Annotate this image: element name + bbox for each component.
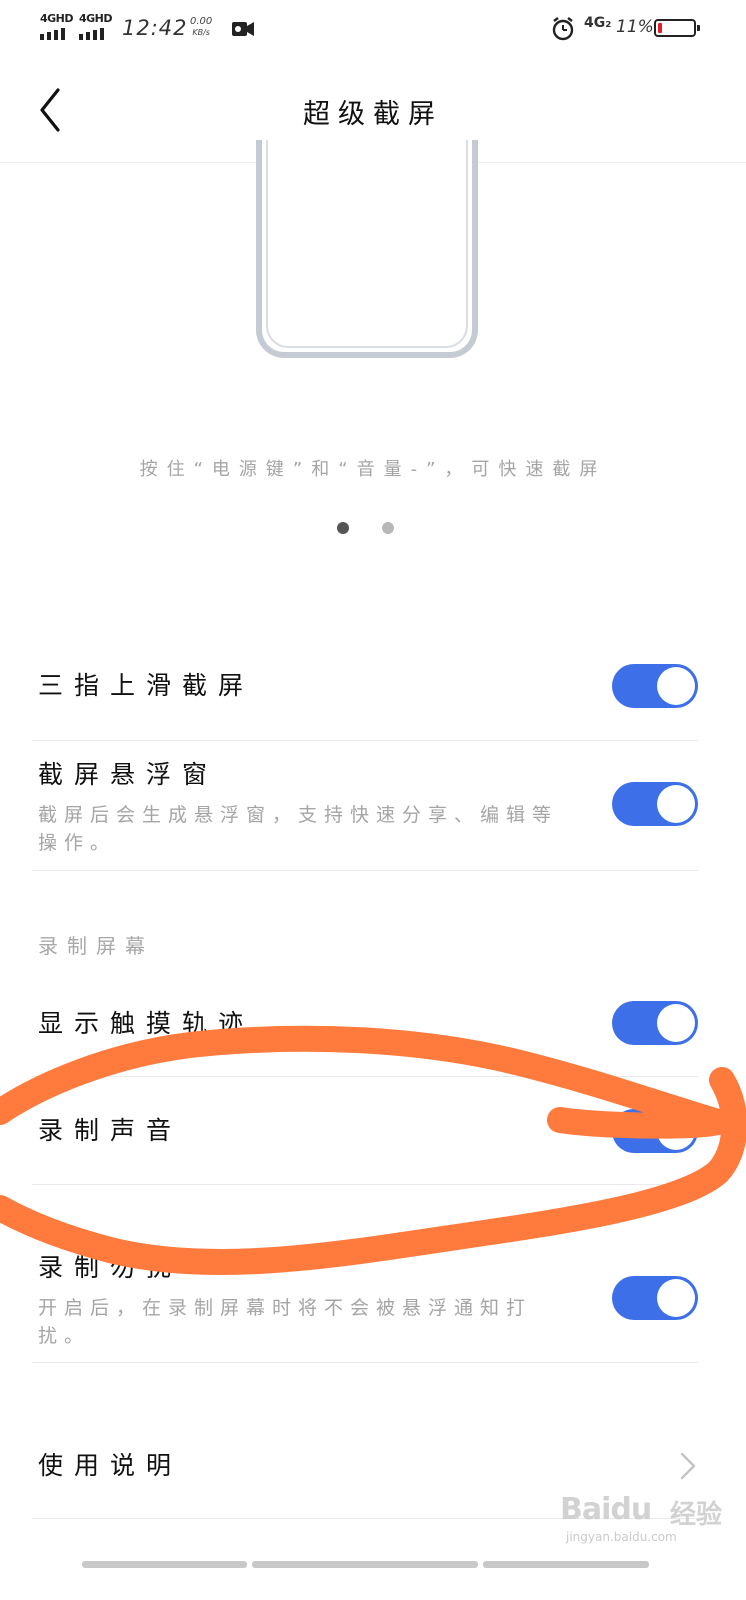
battery-icon <box>654 19 700 37</box>
chevron-right-icon[interactable] <box>678 1450 698 1482</box>
watermark-brand-cn: 经验 <box>670 1500 723 1530</box>
record-audio-toggle[interactable] <box>612 1109 698 1153</box>
section-label-record-screen: 录制屏幕 <box>38 934 154 958</box>
status-bar: 4GHD 4GHD 12:42 0.00 KB/s 4G₂ 11% <box>0 0 746 58</box>
three-finger-screenshot-toggle[interactable] <box>612 664 698 708</box>
sim2-label: 4GHD <box>79 12 113 25</box>
clock: 12:42 <box>122 16 188 40</box>
record-dnd-toggle[interactable] <box>612 1276 698 1320</box>
setting-description: 截屏后会生成悬浮窗，支持快速分享、编辑等操作。 <box>38 804 559 854</box>
setting-title: 三指上滑截屏 <box>38 671 255 700</box>
network2-label: 4G₂ <box>584 15 612 31</box>
show-touch-trail-toggle[interactable] <box>612 1001 698 1045</box>
bottom-indicator <box>483 1561 649 1568</box>
screenshot-float-window-toggle[interactable] <box>612 782 698 826</box>
instructions-title: 使用说明 <box>38 1451 183 1480</box>
net-speed-value: 0.00 <box>190 16 213 27</box>
phone-illustration <box>256 140 478 358</box>
setting-record-audio[interactable]: 录制声音 <box>38 1111 708 1147</box>
instructions-item[interactable]: 使用说明 <box>38 1446 708 1482</box>
video-camera-icon <box>232 22 254 36</box>
baidu-watermark: Baidu 经验 jingyan.baidu.com <box>560 1488 746 1548</box>
setting-screenshot-float-window[interactable]: 截屏悬浮窗 截屏后会生成悬浮窗，支持快速分享、编辑等操作。 <box>38 755 708 857</box>
setting-title: 截屏悬浮窗 <box>38 760 219 789</box>
setting-title: 录制声音 <box>38 1116 183 1145</box>
setting-title: 显示触摸轨迹 <box>38 1009 255 1038</box>
setting-description: 开启后，在录制屏幕时将不会被悬浮通知打扰。 <box>38 1297 533 1347</box>
watermark-brand: Baidu <box>560 1492 652 1527</box>
watermark-site: jingyan.baidu.com <box>566 1530 677 1544</box>
divider <box>32 1076 698 1077</box>
net-speed-unit: KB/s <box>192 28 210 37</box>
signal-icon: 4GHD <box>79 12 113 42</box>
pager-dot[interactable] <box>382 522 394 534</box>
divider <box>32 870 698 871</box>
divider <box>32 1184 698 1185</box>
screenshot-hint: 按住“电源键”和“音量-”，可快速截屏 <box>139 459 607 480</box>
sim1-label: 4GHD <box>40 12 74 25</box>
pager-dot-active[interactable] <box>337 522 349 534</box>
alarm-icon <box>552 17 574 41</box>
setting-title: 录制勿扰 <box>38 1253 183 1282</box>
divider <box>32 740 698 741</box>
battery-level <box>658 23 662 33</box>
page-title: 超级截屏 <box>303 99 443 130</box>
bottom-indicator <box>252 1561 478 1568</box>
setting-show-touch-trail[interactable]: 显示触摸轨迹 <box>38 1004 708 1040</box>
battery-percent: 11% <box>616 17 654 37</box>
divider <box>32 1362 698 1363</box>
setting-three-finger-screenshot[interactable]: 三指上滑截屏 <box>38 666 708 702</box>
signal-icon: 4GHD <box>40 12 74 42</box>
bottom-indicator <box>82 1561 247 1568</box>
setting-record-dnd[interactable]: 录制勿扰 开启后，在录制屏幕时将不会被悬浮通知打扰。 <box>38 1248 708 1350</box>
net-speed: 0.00 KB/s <box>190 16 212 38</box>
